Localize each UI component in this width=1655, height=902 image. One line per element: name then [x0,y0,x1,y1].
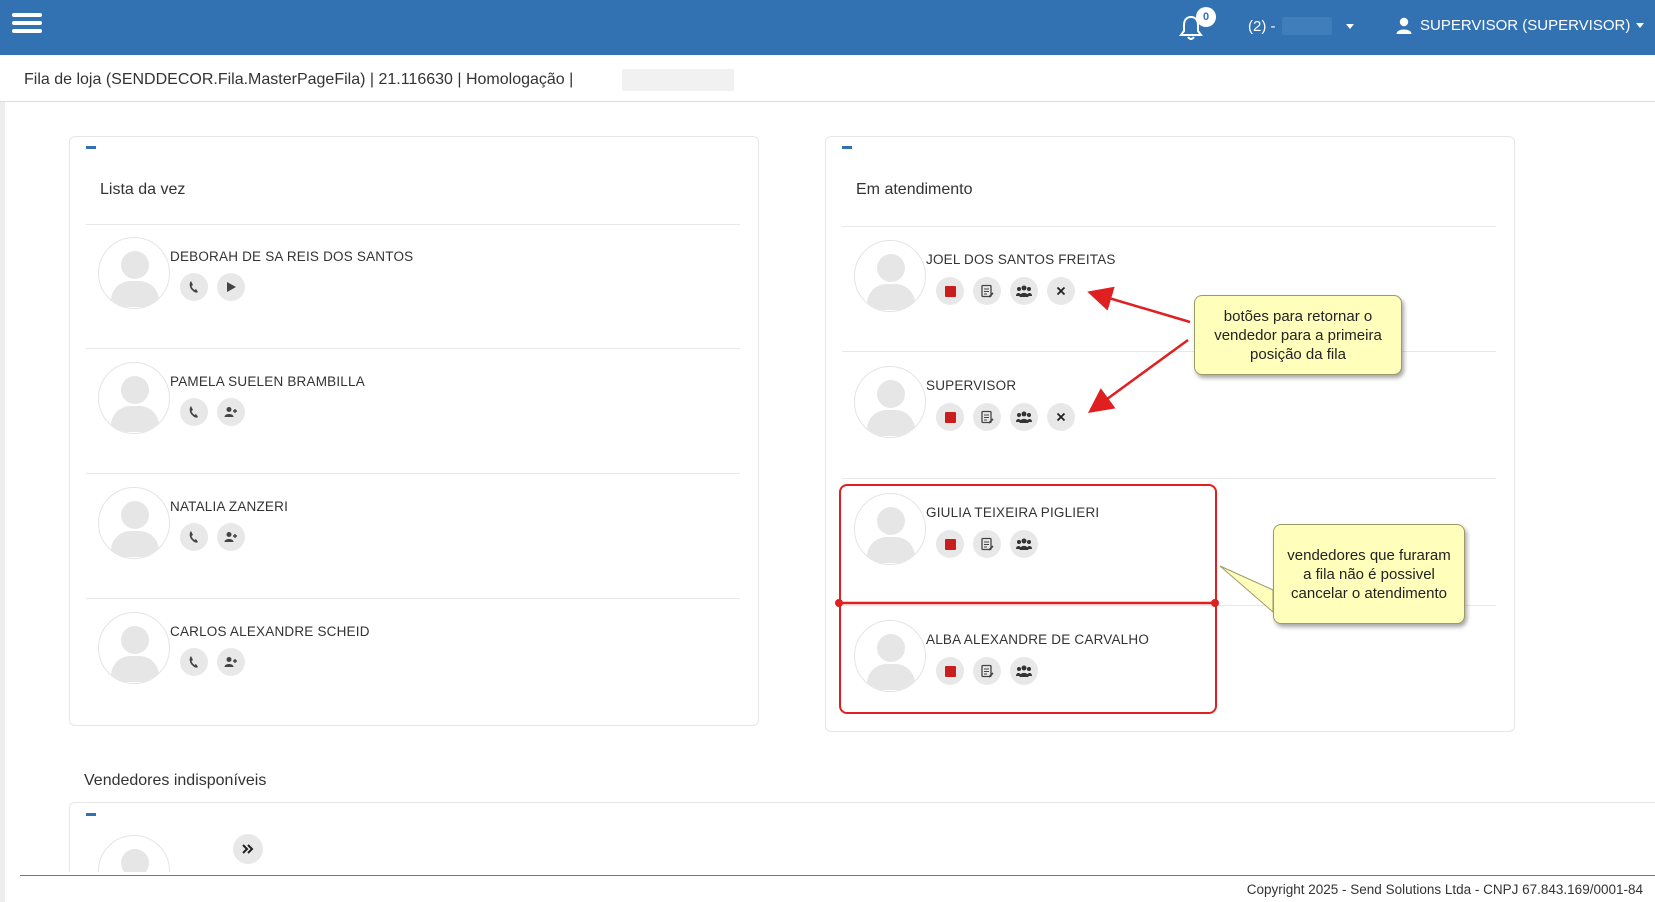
breadcrumb-redacted [622,69,734,91]
store-name-redacted [1281,17,1332,35]
queue-item-name: NATALIA ZANZERI [170,499,289,514]
add-user-button[interactable] [217,648,245,676]
close-icon [1056,286,1066,296]
avatar [98,237,170,309]
stop-icon [944,411,956,423]
group-icon [1016,285,1032,297]
add-user-button[interactable] [217,523,245,551]
service-item-name: JOEL DOS SANTOS FREITAS [926,252,1116,267]
return-to-queue-button[interactable] [1047,403,1075,431]
add-user-icon [224,657,237,667]
group-icon [1016,411,1032,423]
callout-skipped-queue-text: vendedores que furaram a fila não é poss… [1287,546,1451,602]
phone-button[interactable] [180,273,208,301]
user-menu[interactable]: SUPERVISOR (SUPERVISOR) [1396,17,1645,34]
queue-item-name: PAMELA SUELEN BRAMBILLA [170,374,365,389]
user-menu-label: SUPERVISOR (SUPERVISOR) [1420,17,1631,34]
callout-return-buttons: botões para retornar o vendedor para a p… [1194,295,1402,375]
avatar [98,835,170,872]
start-service-button[interactable] [217,273,245,301]
collapse-icon[interactable] [842,146,852,149]
avatar [854,366,926,438]
divider [86,224,740,225]
breadcrumb-bar: Fila de loja (SENDDECOR.Fila.MasterPageF… [0,55,1655,102]
group-button[interactable] [1010,403,1038,431]
unavailable-panel [69,802,1655,872]
highlight-box [839,484,1217,714]
return-to-queue-button[interactable] [1047,277,1075,305]
divider [86,598,740,599]
phone-button[interactable] [180,648,208,676]
collapse-icon[interactable] [86,813,96,816]
notes-button[interactable] [973,277,1001,305]
queue-panel-title: Lista da vez [100,181,186,198]
store-selector-label: (2) - [1248,17,1276,35]
close-icon [1056,412,1066,422]
notes-button[interactable] [973,403,1001,431]
avatar [98,487,170,559]
queue-item-name: CARLOS ALEXANDRE SCHEID [170,624,370,639]
phone-button[interactable] [180,523,208,551]
notes-icon [981,410,994,424]
phone-icon [189,531,198,543]
chevron-down-icon [1345,23,1354,29]
menu-icon[interactable] [12,13,42,35]
divider [86,473,740,474]
breadcrumb: Fila de loja (SENDDECOR.Fila.MasterPageF… [24,71,574,88]
stop-service-button[interactable] [936,277,964,305]
double-chevron-icon [242,844,254,854]
phone-icon [189,656,198,668]
divider [86,348,740,349]
footer-divider [20,875,1655,876]
add-user-icon [224,407,237,417]
user-icon [1396,17,1412,34]
phone-button[interactable] [180,398,208,426]
top-bar: 0 (2) - SUPERVISOR (SUPERVISOR) [0,0,1655,55]
make-available-button[interactable] [233,834,263,864]
chevron-down-icon [1636,23,1645,28]
avatar [854,240,926,312]
store-selector[interactable]: (2) - [1248,17,1354,35]
divider [842,478,1496,479]
collapse-icon[interactable] [86,146,96,149]
add-user-icon [224,532,237,542]
group-button[interactable] [1010,277,1038,305]
queue-item-name: DEBORAH DE SA REIS DOS SANTOS [170,249,414,264]
service-item-name: SUPERVISOR [926,378,1017,393]
callout-skipped-queue: vendedores que furaram a fila não é poss… [1273,524,1465,624]
left-edge [0,102,5,902]
queue-panel: Lista da vez DEBORAH DE SA REIS DOS SANT… [69,136,759,726]
unavailable-title: Vendedores indisponíveis [84,772,267,789]
avatar [98,362,170,434]
stop-icon [944,285,956,297]
notes-icon [981,284,994,298]
service-panel-title: Em atendimento [856,181,973,198]
notification-badge: 0 [1196,7,1216,27]
stop-service-button[interactable] [936,403,964,431]
avatar [98,612,170,684]
add-user-button[interactable] [217,398,245,426]
callout-return-buttons-text: botões para retornar o vendedor para a p… [1214,307,1382,363]
play-icon [227,282,236,292]
phone-icon [189,406,198,418]
divider [842,226,1496,227]
phone-icon [189,281,198,293]
footer-copyright: Copyright 2025 - Send Solutions Ltda - C… [1246,882,1643,897]
